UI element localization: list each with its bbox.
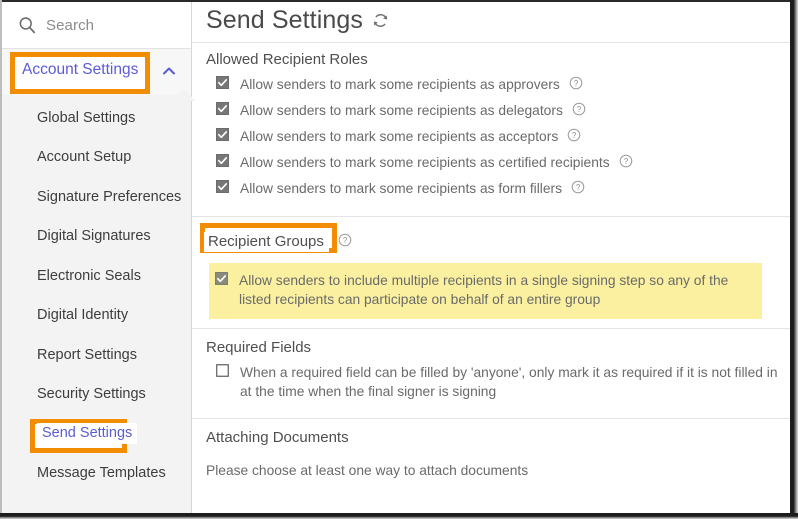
sidebar-item-label: Send Settings (37, 423, 138, 445)
option-label: Allow senders to mark some recipients as… (240, 155, 610, 170)
search-placeholder: Search (46, 16, 95, 34)
sidebar-item-digital-identity[interactable]: Digital Identity (2, 296, 191, 336)
sidebar-item-account-setup[interactable]: Account Setup (2, 138, 191, 178)
screenshot-root: Search Account Settings Global Settings … (0, 0, 798, 519)
sidebar-item-label: Digital Signatures (37, 228, 151, 245)
highlighted-option-band: Allow senders to include multiple recipi… (209, 263, 762, 319)
option-row-delegators[interactable]: Allow senders to mark some recipients as… (192, 98, 790, 124)
sidebar-item-electronic-seals[interactable]: Electronic Seals (2, 256, 191, 296)
sidebar-item-label: Report Settings (37, 346, 137, 363)
attaching-documents-note: Please choose at least one way to attach… (206, 463, 529, 478)
option-label: Allow senders to mark some recipients as… (240, 103, 563, 118)
section-heading-allowed-recipient-roles: Allowed Recipient Roles (206, 51, 368, 68)
section-heading-attaching-documents: Attaching Documents (206, 429, 349, 446)
section-heading-recipient-groups: Recipient Groups (204, 232, 329, 252)
help-icon[interactable]: ? (567, 128, 581, 147)
sidebar-item-message-templates[interactable]: Message Templates (2, 454, 191, 494)
sidebar-item-report-settings[interactable]: Report Settings (2, 335, 191, 375)
search-icon (18, 16, 36, 34)
section-recipient-groups: Recipient Groups ? Allow senders to incl… (192, 217, 790, 319)
sidebar-item-global-settings[interactable]: Global Settings (2, 98, 191, 138)
chevron-up-icon[interactable] (161, 63, 177, 79)
sidebar-item-label: Electronic Seals (37, 267, 141, 284)
frame-border-bottom (0, 513, 798, 519)
sidebar-caret-notch (170, 88, 196, 101)
search-input[interactable]: Search (2, 2, 191, 49)
svg-text:?: ? (577, 105, 582, 114)
option-row-certified-recipients[interactable]: Allow senders to mark some recipients as… (192, 150, 790, 176)
option-row-acceptors[interactable]: Allow senders to mark some recipients as… (192, 124, 790, 150)
sidebar-item-label: Global Settings (37, 109, 136, 126)
help-icon[interactable]: ? (569, 76, 583, 95)
help-icon[interactable]: ? (619, 154, 633, 173)
frame-border-top (0, 0, 798, 2)
sidebar-nav-list: Global Settings Account Setup Signature … (2, 98, 191, 493)
help-icon[interactable]: ? (572, 102, 586, 121)
help-icon[interactable]: ? (571, 180, 585, 199)
svg-text:?: ? (623, 157, 628, 166)
sidebar-item-signature-preferences[interactable]: Signature Preferences (2, 177, 191, 217)
sidebar-item-label: Message Templates (37, 465, 166, 482)
option-row-required-fields[interactable]: When a required field can be filled by '… (192, 360, 790, 404)
option-row-approvers[interactable]: Allow senders to mark some recipients as… (192, 72, 790, 98)
frame-border-right (790, 0, 798, 519)
page-title-row: Send Settings (192, 2, 790, 42)
sidebar-item-label: Signature Preferences (37, 188, 182, 205)
checkbox-approvers[interactable] (216, 76, 229, 89)
sidebar-group-account-settings[interactable]: Account Settings (2, 49, 191, 95)
sidebar: Search Account Settings Global Settings … (2, 2, 196, 515)
sidebar-item-security-settings[interactable]: Security Settings (2, 375, 191, 415)
refresh-icon[interactable] (371, 11, 390, 30)
section-heading-row-recipient-groups: Recipient Groups ? (192, 217, 790, 257)
svg-text:?: ? (574, 79, 579, 88)
svg-text:?: ? (576, 183, 581, 192)
sidebar-item-label: Security Settings (37, 386, 146, 403)
checkbox-certified-recipients[interactable] (216, 154, 229, 167)
section-heading-required-fields: Required Fields (206, 339, 312, 356)
checkbox-recipient-groups[interactable] (215, 272, 228, 285)
checkbox-required-fields[interactable] (216, 364, 229, 377)
sidebar-group-label: Account Settings (16, 58, 145, 83)
checkbox-acceptors[interactable] (216, 128, 229, 141)
svg-text:?: ? (572, 131, 577, 140)
option-label: Allow senders to mark some recipients as… (240, 181, 563, 196)
checkbox-form-fillers[interactable] (216, 180, 229, 193)
option-row-recipient-groups[interactable]: Allow senders to include multiple recipi… (209, 271, 762, 309)
option-row-form-fillers[interactable]: Allow senders to mark some recipients as… (192, 176, 790, 202)
page-title: Send Settings (206, 6, 363, 34)
option-label: Allow senders to mark some recipients as… (240, 129, 559, 144)
option-label: Allow senders to include multiple recipi… (239, 273, 729, 307)
svg-text:?: ? (343, 236, 348, 245)
checkbox-delegators[interactable] (216, 102, 229, 115)
sidebar-item-label: Account Setup (37, 149, 132, 166)
frame-border-left (0, 0, 2, 519)
main-content: Send Settings Allowed Recipient Roles Al… (192, 2, 790, 515)
sidebar-item-label: Digital Identity (37, 307, 129, 324)
option-label: Allow senders to mark some recipients as… (240, 77, 560, 92)
help-icon[interactable]: ? (338, 233, 352, 252)
sidebar-item-digital-signatures[interactable]: Digital Signatures (2, 217, 191, 257)
sidebar-item-send-settings[interactable]: Send Settings (2, 414, 191, 454)
option-label: When a required field can be filled by '… (240, 365, 778, 399)
